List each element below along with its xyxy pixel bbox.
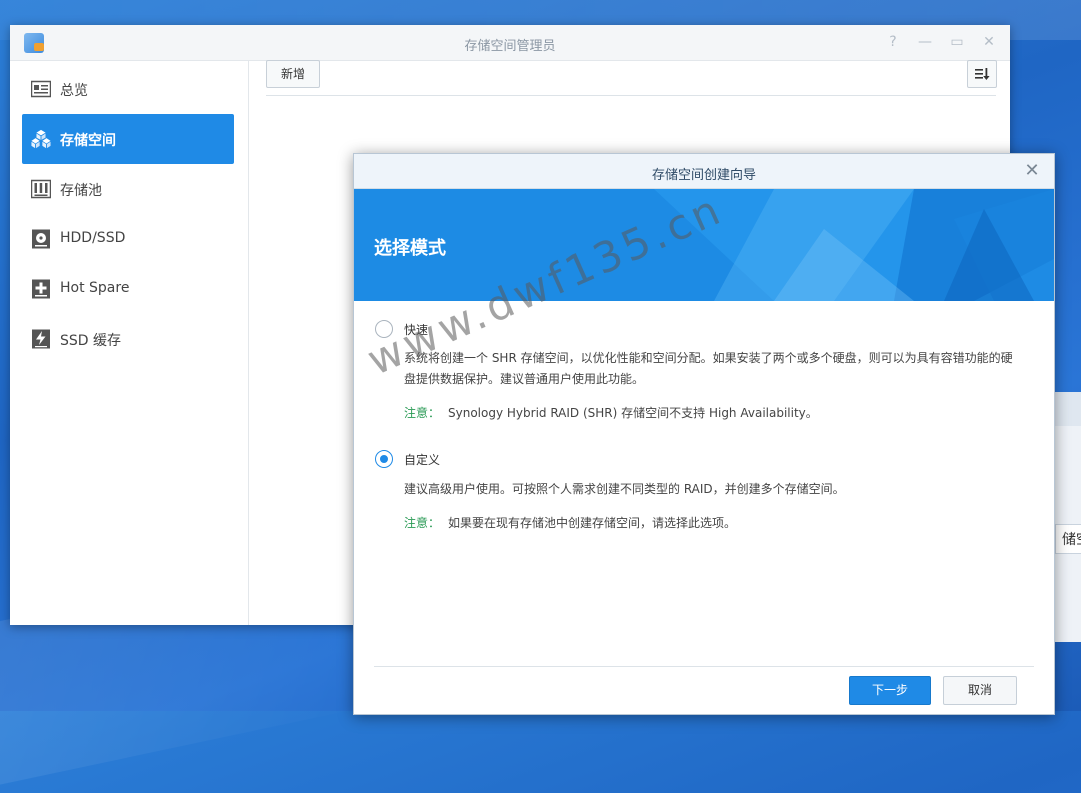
footer-divider (374, 666, 1034, 667)
background-window-text: 储空间 (1062, 532, 1081, 548)
description-line: 盘提供数据保护。建议普通用户使用此功能。 (404, 372, 645, 386)
cancel-button[interactable]: 取消 (943, 676, 1017, 705)
sidebar-item-overview[interactable]: 总览 (22, 64, 234, 114)
add-button[interactable]: 新增 (266, 60, 320, 88)
help-icon[interactable]: ? (884, 33, 902, 51)
hot-spare-icon (32, 279, 50, 299)
sidebar-item-hot-spare[interactable]: Hot Spare (22, 264, 234, 314)
note-text: 如果要在现有存储池中创建存储空间，请选择此选项。 (448, 516, 737, 530)
sidebar-item-label: Hot Spare (60, 280, 130, 296)
custom-mode-note: 注意： 如果要在现有存储池中创建存储空间，请选择此选项。 (404, 514, 736, 531)
description-line: 系统将创建一个 SHR 存储空间，以优化性能和空间分配。如果安装了两个或多个硬盘… (404, 351, 1013, 365)
maximize-icon[interactable]: ▭ (948, 33, 966, 51)
quick-mode-note: 注意： Synology Hybrid RAID (SHR) 存储空间不支持 Hi… (404, 404, 818, 421)
note-text: Synology Hybrid RAID (SHR) 存储空间不支持 High … (448, 406, 818, 420)
sidebar-item-ssd-cache[interactable]: SSD 缓存 (22, 314, 234, 364)
window-title: 存储空间管理员 (464, 39, 556, 54)
minimize-icon[interactable]: — (916, 33, 934, 51)
banner-background (654, 189, 1054, 301)
custom-mode-radio[interactable] (375, 450, 393, 468)
window-controls: ? — ▭ ✕ (884, 33, 998, 51)
sidebar: 总览 存储空间 存储池 HDD/SSD Hot Spare SSD 缓存 (10, 60, 249, 625)
description-line: 建议高级用户使用。可按照个人需求创建不同类型的 RAID，并创建多个存储空间。 (404, 482, 845, 496)
sidebar-item-volume[interactable]: 存储空间 (22, 114, 234, 164)
ssd-cache-icon (32, 329, 50, 349)
volume-icon (31, 129, 51, 149)
sidebar-item-label: HDD/SSD (60, 230, 126, 246)
custom-mode-description: 建议高级用户使用。可按照个人需求创建不同类型的 RAID，并创建多个存储空间。 (404, 479, 1044, 500)
background-window-field: 储空间 (1055, 524, 1081, 554)
close-icon[interactable]: ✕ (1022, 161, 1042, 181)
custom-mode-label[interactable]: 自定义 (404, 451, 440, 468)
close-icon[interactable]: ✕ (980, 33, 998, 51)
quick-mode-description: 系统将创建一个 SHR 存储空间，以优化性能和空间分配。如果安装了两个或多个硬盘… (404, 348, 1044, 390)
overview-icon (31, 80, 51, 98)
sidebar-item-label: 存储池 (60, 183, 102, 199)
storage-pool-icon (31, 179, 51, 199)
wizard-banner: 选择模式 (354, 189, 1054, 301)
window-titlebar[interactable]: 存储空间管理员 ? — ▭ ✕ (10, 25, 1010, 61)
sort-icon (975, 68, 990, 80)
sidebar-item-storage-pool[interactable]: 存储池 (22, 164, 234, 214)
volume-creation-wizard: 存储空间创建向导 ✕ 选择模式 快速 系统将创建一个 SHR 存储空间，以优化性… (353, 153, 1055, 715)
toolbar-divider (266, 95, 996, 96)
sidebar-item-label: 总览 (60, 83, 88, 99)
note-label: 注意： (404, 406, 441, 420)
sidebar-item-hdd-ssd[interactable]: HDD/SSD (22, 214, 234, 264)
wizard-titlebar[interactable]: 存储空间创建向导 ✕ (354, 154, 1054, 189)
sidebar-item-label: 存储空间 (60, 133, 116, 149)
note-label: 注意： (404, 516, 441, 530)
disk-icon (32, 229, 50, 249)
next-button[interactable]: 下一步 (849, 676, 931, 705)
step-title: 选择模式 (374, 238, 446, 259)
quick-mode-radio[interactable] (375, 320, 393, 338)
sort-button[interactable] (967, 60, 997, 88)
quick-mode-label[interactable]: 快速 (404, 321, 428, 338)
wizard-title: 存储空间创建向导 (651, 168, 756, 183)
sidebar-item-label: SSD 缓存 (60, 333, 122, 349)
